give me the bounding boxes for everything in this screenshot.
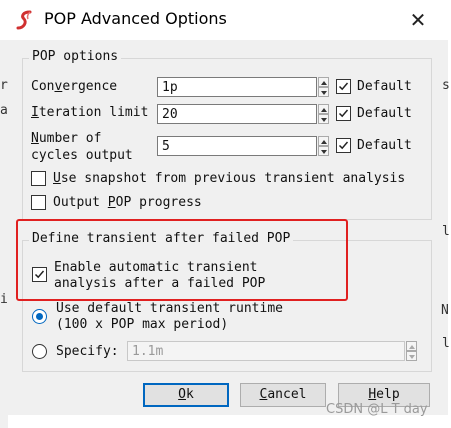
cycles-output-label: Number of cycles output — [31, 131, 133, 163]
spin-up-icon[interactable] — [318, 136, 329, 146]
iteration-limit-label: Iteration limit — [31, 105, 149, 120]
specify-label: Specify: — [56, 344, 119, 359]
cancel-button[interactable]: Cancel — [240, 383, 326, 407]
output-progress-label: Output POP progress — [53, 195, 202, 210]
spin-up-icon[interactable] — [318, 104, 329, 114]
background-text: s — [442, 78, 450, 93]
convergence-default-label: Default — [357, 79, 412, 94]
specify-radio[interactable] — [32, 344, 47, 359]
use-default-runtime-radio[interactable] — [32, 309, 47, 324]
spin-down-icon[interactable] — [318, 114, 329, 124]
background-text: l — [442, 336, 450, 351]
spin-down-icon[interactable] — [318, 87, 329, 97]
convergence-label: Convergence — [31, 79, 118, 94]
convergence-spinner[interactable] — [318, 77, 329, 97]
pop-options-legend: POP options — [29, 49, 122, 64]
use-snapshot-checkbox[interactable] — [31, 171, 46, 186]
iteration-limit-field[interactable]: 20 — [157, 104, 317, 124]
app-logo-icon — [14, 9, 36, 31]
spin-up-icon[interactable] — [318, 77, 329, 87]
iteration-limit-spinner[interactable] — [318, 104, 329, 124]
iteration-default-checkbox[interactable] — [336, 106, 351, 121]
background-text: N — [441, 303, 449, 318]
cycles-output-field[interactable]: 5 — [157, 136, 317, 156]
annotation-highlight-box — [16, 219, 348, 301]
output-progress-checkbox[interactable] — [31, 195, 46, 210]
background-text: r — [0, 78, 8, 93]
specify-spinner[interactable] — [406, 341, 417, 361]
cycles-default-checkbox[interactable] — [336, 138, 351, 153]
close-icon[interactable]: ✕ — [404, 6, 432, 34]
spin-down-icon[interactable] — [318, 146, 329, 156]
background-text: a — [0, 103, 8, 118]
ok-button[interactable]: Ok — [143, 383, 229, 407]
background-app-edge — [0, 40, 8, 428]
background-text: i — [0, 292, 8, 307]
use-default-runtime-label: Use default transient runtime (100 x POP… — [56, 301, 283, 332]
specify-field[interactable]: 1.1m — [127, 341, 405, 361]
cycles-default-label: Default — [357, 138, 412, 153]
convergence-field[interactable]: 1p — [157, 77, 317, 97]
convergence-default-checkbox[interactable] — [336, 79, 351, 94]
iteration-default-label: Default — [357, 106, 412, 121]
use-snapshot-label: Use snapshot from previous transient ana… — [53, 171, 406, 186]
spin-up-icon[interactable] — [406, 341, 417, 351]
background-text: l — [442, 224, 450, 239]
cycles-output-spinner[interactable] — [318, 136, 329, 156]
watermark: CSDN @L T day — [326, 402, 428, 417]
spin-down-icon[interactable] — [406, 351, 417, 361]
window-title: POP Advanced Options — [44, 9, 227, 28]
